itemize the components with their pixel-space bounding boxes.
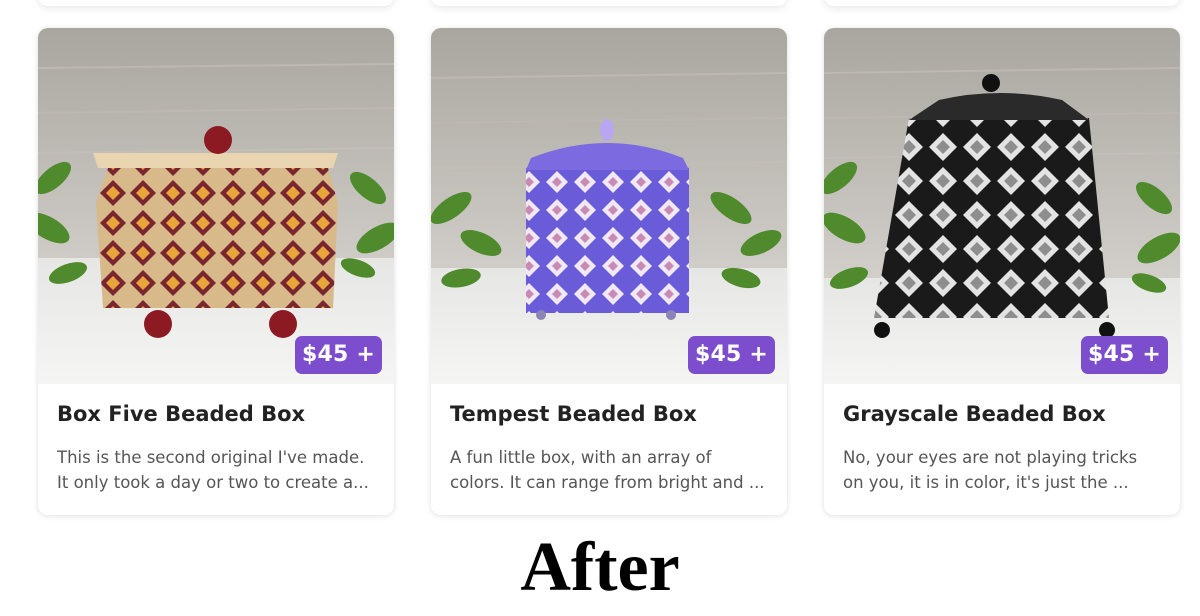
product-image[interactable] xyxy=(38,28,394,384)
price-badge: $45 + xyxy=(294,336,382,374)
after-caption: After xyxy=(520,529,680,606)
price-badge: $45 + xyxy=(687,336,775,374)
product-card[interactable]: $45 + Tempest Beaded Box A fun little bo… xyxy=(431,28,787,515)
product-title[interactable]: Grayscale Beaded Box xyxy=(843,402,1168,426)
description-line: A fun little box, with an array of xyxy=(450,448,712,467)
product-description: A fun little box, with an array of color… xyxy=(450,445,778,495)
product-title[interactable]: Box Five Beaded Box xyxy=(57,402,382,426)
previous-row-card-edge xyxy=(431,0,787,6)
description-line: colors. It can range from bright and ... xyxy=(450,473,765,492)
product-image[interactable] xyxy=(824,28,1180,384)
product-image[interactable] xyxy=(431,28,787,384)
description-line: It only took a day or two to create a... xyxy=(57,473,369,492)
price-badge: $45 + xyxy=(1080,336,1168,374)
description-line: This is the second original I've made. xyxy=(57,448,365,467)
product-card[interactable]: $45 + Grayscale Beaded Box No, your eyes… xyxy=(824,28,1180,515)
previous-row-card-edge xyxy=(38,0,394,6)
product-description: No, your eyes are not playing tricks on … xyxy=(843,445,1171,495)
description-line: No, your eyes are not playing tricks xyxy=(843,448,1138,467)
product-card[interactable]: $45 + Box Five Beaded Box This is the se… xyxy=(38,28,394,515)
previous-row-card-edge xyxy=(824,0,1180,6)
description-line: on you, it is in color, it's just the ..… xyxy=(843,473,1129,492)
product-description: This is the second original I've made. I… xyxy=(57,445,385,495)
product-title[interactable]: Tempest Beaded Box xyxy=(450,402,775,426)
